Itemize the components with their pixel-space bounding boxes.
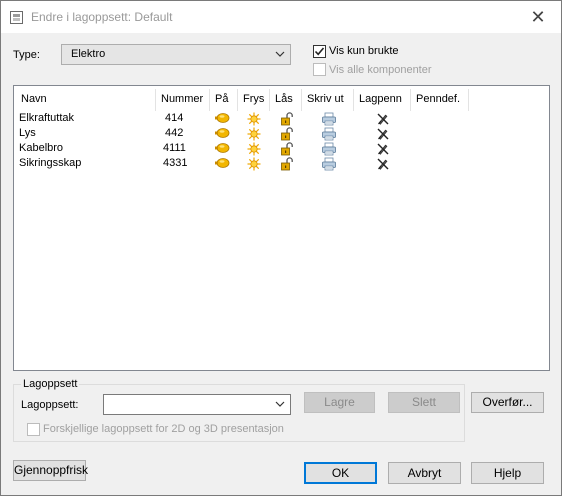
lagre-button-label: Lagre [324, 395, 355, 409]
unlocked-padlock-icon[interactable] [280, 112, 296, 126]
window-title: Endre i lagoppsett: Default [31, 10, 173, 24]
dialog-window: Endre i lagoppsett: Default ✕ Type: Elek… [0, 0, 562, 496]
type-dropdown[interactable]: Elektro [61, 44, 291, 65]
hjelp-button-label: Hjelp [493, 466, 522, 480]
row-name[interactable]: Elkraftuttak [19, 112, 74, 124]
column-header-las[interactable]: Lås [270, 89, 302, 111]
ok-button-label: OK [331, 466, 350, 480]
unlocked-padlock-icon[interactable] [280, 142, 296, 156]
lagoppsett-field-label: Lagoppsett: [21, 399, 79, 411]
title-bar[interactable]: Endre i lagoppsett: Default ✕ [1, 1, 561, 33]
pen-disabled-icon[interactable] [376, 142, 392, 156]
bulb-on-icon[interactable] [214, 112, 230, 126]
avbryt-button[interactable]: Avbryt [388, 462, 461, 484]
slett-button[interactable]: Slett [388, 392, 460, 413]
column-header-lagpenn[interactable]: Lagpenn [354, 89, 411, 111]
gjennoppfrisk-button-label: Gjennoppfrisk [14, 463, 89, 477]
avbryt-button-label: Avbryt [407, 466, 442, 480]
vis-kun-brukte-checkbox[interactable] [313, 45, 326, 58]
checkmark-icon [314, 47, 325, 56]
chevron-down-icon [275, 401, 285, 407]
chevron-down-icon [275, 51, 285, 57]
printer-icon[interactable] [321, 112, 337, 126]
sun-icon[interactable] [247, 157, 263, 171]
bulb-on-icon[interactable] [214, 142, 230, 156]
row-number[interactable]: 4111 [163, 142, 186, 154]
lagre-button[interactable]: Lagre [304, 392, 375, 413]
sun-icon[interactable] [247, 142, 263, 156]
row-number[interactable]: 442 [165, 127, 183, 139]
column-header-frys[interactable]: Frys [238, 89, 270, 111]
printer-icon[interactable] [321, 127, 337, 141]
column-header-nummer[interactable]: Nummer [156, 89, 210, 111]
unlocked-padlock-icon[interactable] [280, 127, 296, 141]
sun-icon[interactable] [247, 127, 263, 141]
vis-alle-komponenter-checkbox[interactable] [313, 63, 326, 76]
forskjellige-lagoppsett-label: Forskjellige lagoppsett for 2D og 3D pre… [43, 423, 284, 435]
printer-icon[interactable] [321, 157, 337, 171]
vis-alle-komponenter-label: Vis alle komponenter [329, 64, 432, 76]
row-name[interactable]: Kabelbro [19, 142, 63, 154]
column-header-penndef[interactable]: Penndef. [411, 89, 469, 111]
lagoppsett-dropdown[interactable] [103, 394, 291, 415]
row-number[interactable]: 4331 [163, 157, 187, 169]
bulb-on-icon[interactable] [214, 157, 230, 171]
gjennoppfrisk-button[interactable]: Gjennoppfrisk [13, 460, 89, 481]
hjelp-button[interactable]: Hjelp [471, 462, 544, 484]
sun-icon[interactable] [247, 112, 263, 126]
unlocked-padlock-icon[interactable] [280, 157, 296, 171]
printer-icon[interactable] [321, 142, 337, 156]
overfor-button-label: Overfør... [482, 395, 533, 409]
vis-kun-brukte-label: Vis kun brukte [329, 45, 399, 57]
type-label: Type: [13, 49, 40, 61]
bulb-on-icon[interactable] [214, 127, 230, 141]
row-name[interactable]: Lys [19, 127, 36, 139]
row-name[interactable]: Sikringsskap [19, 157, 81, 169]
pen-disabled-icon[interactable] [376, 127, 392, 141]
column-header-pa[interactable]: På [210, 89, 238, 111]
ok-button[interactable]: OK [304, 462, 377, 484]
slett-button-label: Slett [411, 395, 436, 409]
pen-disabled-icon[interactable] [376, 112, 392, 126]
row-number[interactable]: 414 [165, 112, 183, 124]
layer-list[interactable]: Navn Nummer På Frys Lås Skriv ut Lagpenn… [13, 85, 550, 371]
app-icon [10, 11, 23, 24]
overfor-button[interactable]: Overfør... [471, 392, 544, 413]
forskjellige-lagoppsett-checkbox[interactable] [27, 423, 40, 436]
lagoppsett-group-title: Lagoppsett [21, 378, 80, 390]
column-header-navn[interactable]: Navn [16, 89, 156, 111]
close-icon[interactable]: ✕ [515, 1, 561, 33]
type-dropdown-value: Elektro [71, 48, 106, 60]
pen-disabled-icon[interactable] [376, 157, 392, 171]
column-header-skriv-ut[interactable]: Skriv ut [302, 89, 354, 111]
